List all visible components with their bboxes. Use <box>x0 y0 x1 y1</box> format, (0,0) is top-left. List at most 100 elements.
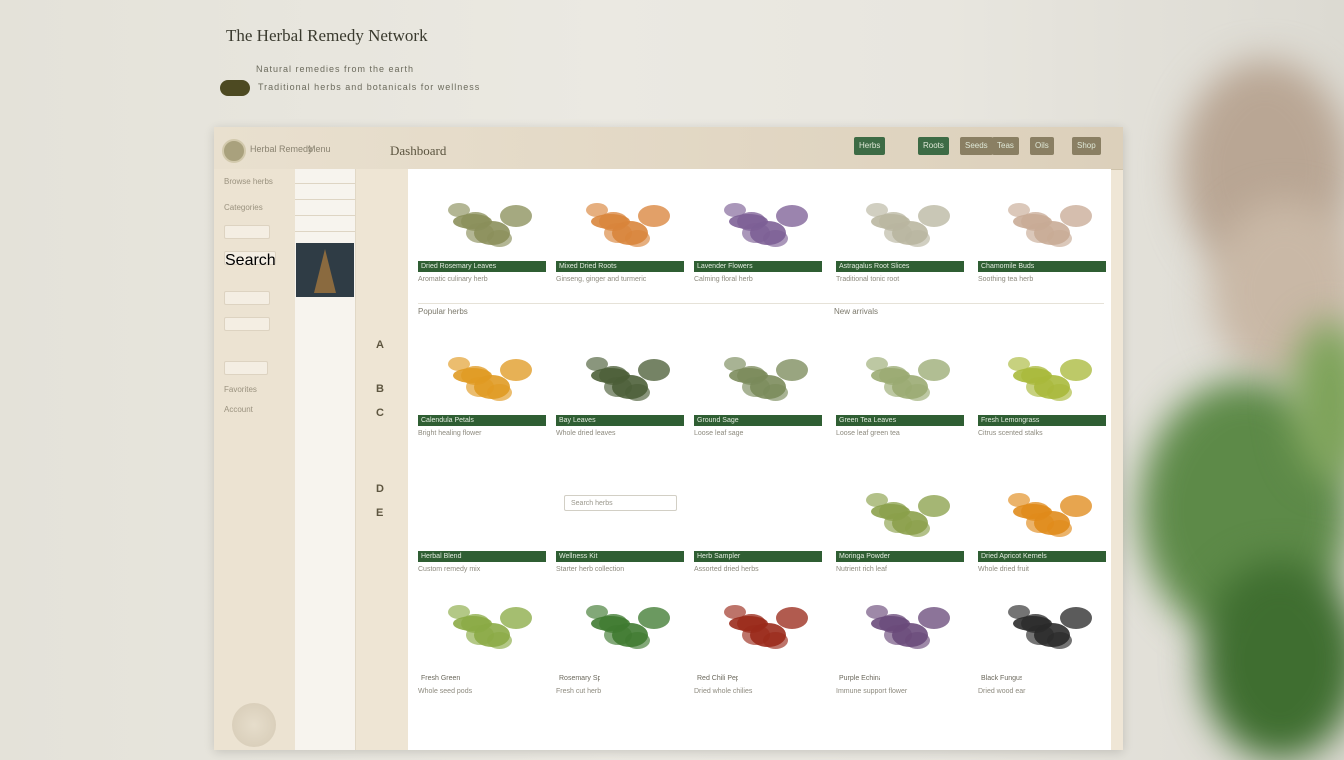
product-card[interactable]: Lavender Flowers Calming floral herb <box>694 179 822 299</box>
product-image[interactable] <box>836 179 964 267</box>
product-card[interactable]: Bay Leaves Whole dried leaves <box>556 333 684 453</box>
product-card[interactable]: Fresh Green Seeds Whole seed pods <box>418 581 546 701</box>
herb-piece <box>918 607 950 629</box>
cta-pill-button[interactable] <box>220 80 250 96</box>
product-image[interactable] <box>836 469 964 557</box>
product-image[interactable] <box>418 179 546 267</box>
sidebar: Browse herbs Categories Search Favorites… <box>214 169 295 750</box>
product-description: Calming floral herb <box>694 276 753 283</box>
product-name[interactable]: Red Chili Peppers <box>694 673 738 684</box>
product-image[interactable] <box>694 581 822 669</box>
product-name[interactable]: Green Tea Leaves <box>836 415 964 426</box>
product-image[interactable] <box>556 581 684 669</box>
product-card[interactable]: Herbal Blend Custom remedy mix <box>418 469 546 589</box>
product-name[interactable]: Calendula Petals <box>418 415 546 426</box>
product-image[interactable] <box>694 333 822 421</box>
product-image[interactable] <box>556 333 684 421</box>
product-image[interactable] <box>418 333 546 421</box>
header-button-herbs[interactable]: Herbs <box>854 137 886 155</box>
product-card[interactable]: Herb Sampler Assorted dried herbs <box>694 469 822 589</box>
category-link-c[interactable]: C <box>376 407 384 419</box>
product-image[interactable] <box>694 469 822 557</box>
herb-piece <box>1026 377 1054 397</box>
herb-piece <box>466 223 494 243</box>
product-image[interactable] <box>978 469 1106 557</box>
product-card[interactable]: Wellness Kit Starter herb collection <box>556 469 684 589</box>
product-name[interactable]: Fresh Green Seeds <box>418 673 462 684</box>
product-image[interactable] <box>978 333 1106 421</box>
product-name[interactable]: Dried Apricot Kernels <box>978 551 1106 562</box>
sidebar-item-account[interactable]: Account <box>224 405 253 414</box>
product-image[interactable] <box>694 179 822 267</box>
header-button-roots[interactable]: Roots <box>918 137 949 155</box>
product-name[interactable]: Dried Rosemary Leaves <box>418 261 546 272</box>
header-button-oils[interactable]: Oils <box>1030 137 1054 155</box>
product-name[interactable]: Chamomile Buds <box>978 261 1106 272</box>
product-card[interactable]: Calendula Petals Bright healing flower <box>418 333 546 453</box>
product-name[interactable]: Wellness Kit <box>556 551 684 562</box>
category-link-a[interactable]: A <box>376 339 384 351</box>
product-name[interactable]: Astragalus Root Slices <box>836 261 964 272</box>
product-card[interactable]: Dried Rosemary Leaves Aromatic culinary h… <box>418 179 546 299</box>
product-card[interactable]: Moringa Powder Nutrient rich leaf <box>836 469 964 589</box>
leaf-logo-icon[interactable] <box>222 139 246 163</box>
product-card[interactable]: Fresh Lemongrass Citrus scented stalks <box>978 333 1106 453</box>
product-name[interactable]: Bay Leaves <box>556 415 684 426</box>
herb-piece <box>884 625 912 645</box>
herb-piece <box>638 607 670 629</box>
category-link-d[interactable]: D <box>376 483 384 495</box>
header-button-shop[interactable]: Shop <box>1072 137 1101 155</box>
herb-piece <box>1060 607 1092 629</box>
product-name[interactable]: Fresh Lemongrass <box>978 415 1106 426</box>
featured-herb-thumbnail[interactable] <box>296 243 354 297</box>
category-link-e[interactable]: E <box>376 507 383 519</box>
product-card[interactable]: Mixed Dried Roots Ginseng, ginger and tur… <box>556 179 684 299</box>
product-name[interactable]: Ground Sage <box>694 415 822 426</box>
product-card[interactable]: Rosemary Sprigs Fresh cut herb <box>556 581 684 701</box>
product-image[interactable] <box>836 333 964 421</box>
product-card[interactable]: Ground Sage Loose leaf sage <box>694 333 822 453</box>
herb-piece <box>604 223 632 243</box>
herb-piece <box>638 205 670 227</box>
sidebar-field[interactable] <box>224 225 270 239</box>
product-image[interactable] <box>978 581 1106 669</box>
product-card[interactable]: Purple Echinacea Immune support flower <box>836 581 964 701</box>
product-image[interactable] <box>556 179 684 267</box>
herb-piece <box>918 205 950 227</box>
product-card[interactable]: Green Tea Leaves Loose leaf green tea <box>836 333 964 453</box>
sidebar-box[interactable] <box>224 361 268 375</box>
product-card[interactable]: Astragalus Root Slices Traditional tonic … <box>836 179 964 299</box>
product-name[interactable]: Lavender Flowers <box>694 261 822 272</box>
header-menu-link[interactable]: Menu <box>308 144 331 154</box>
product-image[interactable] <box>418 581 546 669</box>
product-name[interactable]: Rosemary Sprigs <box>556 673 600 684</box>
product-card[interactable]: Dried Apricot Kernels Whole dried fruit <box>978 469 1106 589</box>
product-description: Starter herb collection <box>556 566 625 573</box>
header-button-seeds[interactable]: Seeds <box>960 137 993 155</box>
user-avatar[interactable] <box>232 703 276 747</box>
sidebar-item-browse[interactable]: Browse herbs <box>224 177 273 186</box>
product-description: Dried wood ear <box>978 688 1026 695</box>
product-name[interactable]: Mixed Dried Roots <box>556 261 684 272</box>
sidebar-item-favorites[interactable]: Favorites <box>224 385 257 394</box>
product-card[interactable]: Black Fungus Dried wood ear <box>978 581 1106 701</box>
product-name[interactable]: Moringa Powder <box>836 551 964 562</box>
sidebar-item-categories[interactable]: Categories <box>224 203 263 212</box>
sidebar-filter-field[interactable] <box>224 291 270 305</box>
product-image[interactable] <box>978 179 1106 267</box>
sidebar-search-field[interactable]: Search <box>224 251 276 269</box>
herb-piece <box>466 625 494 645</box>
product-name[interactable]: Herbal Blend <box>418 551 546 562</box>
product-card[interactable]: Red Chili Peppers Dried whole chilies <box>694 581 822 701</box>
product-image[interactable] <box>836 581 964 669</box>
product-name[interactable]: Herb Sampler <box>694 551 822 562</box>
header-button-teas[interactable]: Teas <box>992 137 1019 155</box>
product-name[interactable]: Black Fungus <box>978 673 1022 684</box>
divider <box>295 231 355 232</box>
category-link-b[interactable]: B <box>376 383 384 395</box>
product-name[interactable]: Purple Echinacea <box>836 673 880 684</box>
product-image[interactable] <box>418 469 546 557</box>
product-image[interactable] <box>556 469 684 557</box>
product-card[interactable]: Chamomile Buds Soothing tea herb <box>978 179 1106 299</box>
sidebar-sort-field[interactable] <box>224 317 270 331</box>
